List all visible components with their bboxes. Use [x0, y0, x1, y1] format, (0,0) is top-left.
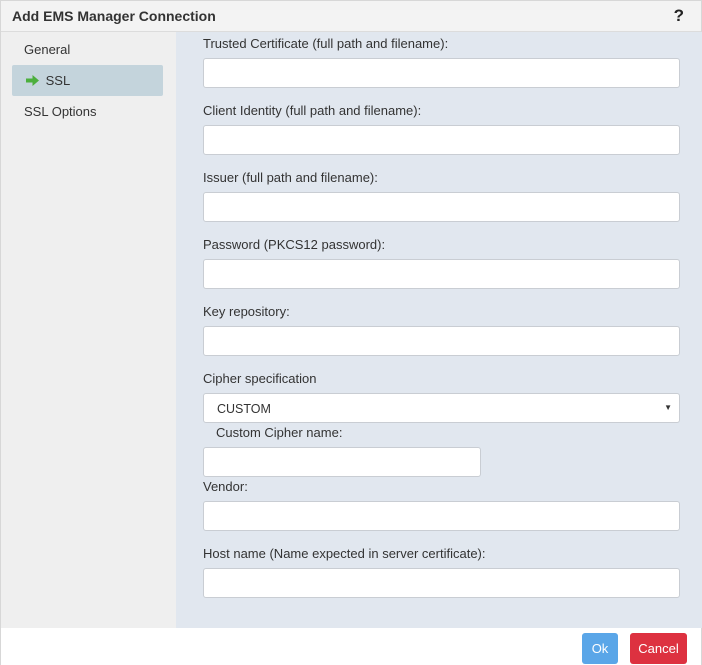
dialog-titlebar: Add EMS Manager Connection ?: [1, 1, 701, 32]
cipher-specification-label: Cipher specification: [203, 371, 317, 386]
key-repository-label: Key repository:: [203, 304, 290, 319]
client-identity-label: Client Identity (full path and filename)…: [203, 103, 422, 118]
cipher-specification-value: CUSTOM: [217, 402, 271, 416]
key-repository-input[interactable]: [203, 326, 680, 356]
dialog-footer: Ok Cancel: [1, 628, 701, 665]
arrow-right-icon: [26, 75, 39, 86]
sidebar-item-label: SSL: [45, 73, 71, 88]
trusted-certificate-input[interactable]: [203, 58, 680, 88]
sidebar-item-general[interactable]: General: [12, 34, 163, 65]
custom-cipher-name-input[interactable]: [203, 447, 481, 477]
host-name-label: Host name (Name expected in server certi…: [203, 546, 486, 561]
help-icon[interactable]: ?: [674, 6, 684, 26]
cipher-specification-select[interactable]: CUSTOM ▼: [203, 393, 680, 423]
host-name-input[interactable]: [203, 568, 680, 598]
password-label: Password (PKCS12 password):: [203, 237, 386, 252]
caret-down-icon: ▼: [664, 403, 672, 412]
sidebar: General SSL SSL Options: [1, 32, 176, 628]
sidebar-item-ssl[interactable]: SSL: [12, 65, 163, 96]
client-identity-input[interactable]: [203, 125, 680, 155]
vendor-input[interactable]: [203, 501, 680, 531]
vendor-label: Vendor:: [203, 479, 248, 494]
ok-button[interactable]: Ok: [582, 633, 618, 664]
sidebar-item-label: General: [24, 42, 71, 57]
issuer-label: Issuer (full path and filename):: [203, 170, 378, 185]
password-input[interactable]: [203, 259, 680, 289]
trusted-certificate-label: Trusted Certificate (full path and filen…: [203, 36, 449, 51]
sidebar-item-label: SSL Options: [24, 104, 97, 119]
ssl-form: Trusted Certificate (full path and filen…: [176, 32, 702, 628]
sidebar-item-ssl-options[interactable]: SSL Options: [12, 96, 163, 127]
issuer-input[interactable]: [203, 192, 680, 222]
dialog-title: Add EMS Manager Connection: [12, 8, 216, 24]
custom-cipher-name-label: Custom Cipher name:: [216, 425, 343, 440]
cancel-button[interactable]: Cancel: [630, 633, 687, 664]
add-ems-manager-connection-dialog: Add EMS Manager Connection ? General SSL…: [0, 0, 702, 665]
